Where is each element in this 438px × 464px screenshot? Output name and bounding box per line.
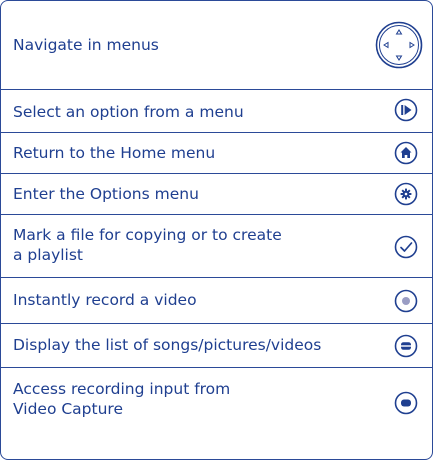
row-label-mark: Mark a file for copying or to create a p… xyxy=(13,226,282,264)
row-label-select: Select an option from a menu xyxy=(13,103,244,121)
row-label-options: Enter the Options menu xyxy=(13,185,199,203)
dpad-icon xyxy=(375,21,423,69)
table-row-mark: Mark a file for copying or to create a p… xyxy=(1,214,432,277)
table-row-navigate: Navigate in menus xyxy=(1,1,432,89)
table-row-select: Select an option from a menu xyxy=(1,89,432,132)
record-icon xyxy=(394,289,418,313)
play-pause-icon xyxy=(394,98,418,122)
checkmark-icon xyxy=(394,235,418,259)
row-label-navigate: Navigate in menus xyxy=(13,36,159,54)
home-icon xyxy=(394,141,418,165)
row-label-access: Access recording input from Video Captur… xyxy=(13,380,231,418)
controls-table: Navigate in menus Select an option from … xyxy=(0,0,433,460)
table-row-options: Enter the Options menu xyxy=(1,173,432,214)
table-row-record: Instantly record a video xyxy=(1,277,432,323)
table-row-home: Return to the Home menu xyxy=(1,132,432,173)
table-row-display: Display the list of songs/pictures/video… xyxy=(1,323,432,367)
row-label-display: Display the list of songs/pictures/video… xyxy=(13,336,322,354)
gear-icon xyxy=(394,182,418,206)
list-icon xyxy=(394,334,418,358)
table-row-access: Access recording input from Video Captur… xyxy=(1,367,432,459)
row-label-record: Instantly record a video xyxy=(13,291,197,309)
minus-icon xyxy=(394,391,418,415)
row-label-home: Return to the Home menu xyxy=(13,144,216,162)
